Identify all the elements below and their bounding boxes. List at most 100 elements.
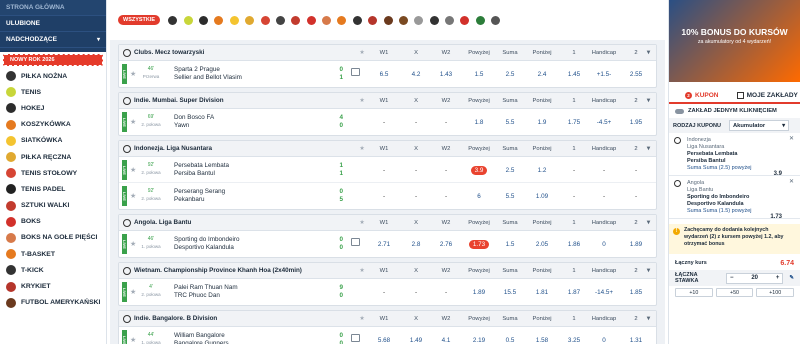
odd-button[interactable]: -4.5+ (589, 119, 619, 126)
filter-all-button[interactable]: WSZYSTKIE (118, 15, 161, 25)
odd-button[interactable]: 2.19 (464, 337, 494, 344)
chevron-down-icon[interactable]: ▾ (647, 315, 650, 322)
odd-button[interactable]: 4.1 (431, 337, 461, 344)
odd-button[interactable]: 1.73 (464, 240, 494, 249)
league-header[interactable]: Angola. Liga Bantu ★ W1 X W2 Powyżej Suma Poniż… (119, 215, 656, 231)
odd-button[interactable]: - (369, 193, 399, 200)
odd-button[interactable]: 5.5 (495, 119, 525, 126)
match-row[interactable]: LIVE ★ 44' 1. połowa William Bangalore Bangal… (119, 327, 656, 344)
chevron-down-icon[interactable]: ▾ (647, 145, 650, 152)
odd-button[interactable]: 0.5 (495, 337, 525, 344)
chevron-down-icon[interactable]: ▾ (647, 49, 650, 56)
badminton-filter-icon[interactable] (445, 15, 455, 25)
odd-button[interactable]: 1.75 (559, 119, 589, 126)
odd-button[interactable]: 2.76 (431, 241, 461, 248)
martial-arts-filter-icon[interactable] (291, 15, 301, 25)
odd-button[interactable]: 2.71 (369, 241, 399, 248)
chevron-down-icon[interactable]: ▾ (647, 219, 650, 226)
odd-button[interactable]: 2.5 (495, 167, 525, 174)
odd-button[interactable]: 3.9 (464, 166, 494, 175)
odd-button[interactable]: 2.5 (495, 71, 525, 78)
snooker-filter-icon[interactable] (475, 15, 485, 25)
league-header[interactable]: Wietnam. Championship Province Khanh Hoa… (119, 263, 656, 279)
odd-button[interactable]: - (369, 167, 399, 174)
edit-icon[interactable]: ✎ (789, 275, 794, 281)
odd-button[interactable]: 15.5 (495, 289, 525, 296)
odd-button[interactable]: +1.5- (589, 71, 619, 78)
decrement-button[interactable]: − (730, 275, 734, 281)
tab-kupon[interactable]: 2 KUPON (669, 88, 735, 102)
close-icon[interactable]: ✕ (789, 136, 794, 143)
odd-button[interactable]: 5.68 (369, 337, 399, 344)
odd-button[interactable]: 1.86 (559, 241, 589, 248)
odd-button[interactable]: 1.85 (621, 289, 651, 296)
darts-filter-icon[interactable] (460, 15, 470, 25)
odd-button[interactable]: - (401, 119, 431, 126)
odd-button[interactable]: 6.5 (369, 71, 399, 78)
star-icon[interactable]: ★ (130, 192, 136, 200)
odd-button[interactable]: 1.45 (559, 71, 589, 78)
sidebar-item-sport[interactable]: KRYKIET (0, 278, 106, 294)
stake-input[interactable]: − 20 + (725, 272, 784, 284)
sidebar-item-upcoming[interactable]: NADCHODZĄCE ▾ (0, 32, 106, 48)
american-football-filter-icon[interactable] (383, 15, 393, 25)
odd-button[interactable]: -14.5+ (589, 289, 619, 296)
quick-stake-10[interactable]: +10 (675, 288, 713, 297)
odd-button[interactable]: 1.5 (495, 241, 525, 248)
rugby-filter-icon[interactable] (398, 15, 408, 25)
basketball-filter-icon[interactable] (214, 15, 224, 25)
match-row[interactable]: LIVE ★ 46' Przerwa Sparta 2 Prague Sellier an… (119, 61, 656, 87)
odd-button[interactable]: 0 (589, 241, 619, 248)
sidebar-item-sport[interactable]: SIATKÓWKA (0, 133, 106, 149)
odd-button[interactable]: 6 (464, 193, 494, 200)
one-click-toggle[interactable] (675, 108, 684, 114)
odd-button[interactable]: - (621, 167, 651, 174)
sidebar-item-sport[interactable]: TENIS PADEL (0, 181, 106, 197)
sidebar-item-home[interactable]: STRONA GŁÓWNA (0, 0, 106, 16)
odd-button[interactable]: - (369, 119, 399, 126)
new-year-promo-banner[interactable]: NOWY ROK 2026 (3, 54, 103, 66)
sidebar-item-sport[interactable]: PIŁKA NOŻNA (0, 68, 106, 84)
coupon-type-select[interactable]: Akumulator ▾ (728, 120, 789, 131)
league-header[interactable]: Indonezja. Liga Nusantara ★ W1 X W2 Powyżej Su… (119, 141, 656, 157)
odd-button[interactable]: 2.8 (401, 241, 431, 248)
odd-button[interactable]: 2.55 (621, 71, 651, 78)
odd-button[interactable]: - (401, 193, 431, 200)
chevron-down-icon[interactable]: ▾ (647, 97, 650, 104)
sidebar-item-sport[interactable]: BOKS (0, 214, 106, 230)
boxing-filter-icon[interactable] (306, 15, 316, 25)
esports-filter-icon[interactable] (429, 15, 439, 25)
chevron-down-icon[interactable]: ▾ (647, 267, 650, 274)
handball-filter-icon[interactable] (245, 15, 255, 25)
odd-button[interactable]: 1.81 (527, 289, 557, 296)
odd-button[interactable]: - (559, 167, 589, 174)
bare-knuckle-filter-icon[interactable] (322, 15, 332, 25)
odd-button[interactable]: 5.5 (495, 193, 525, 200)
sidebar-item-sport[interactable]: T-BASKET (0, 246, 106, 262)
tennis-filter-icon[interactable] (183, 15, 193, 25)
league-header[interactable]: Indie. Mumbai. Super Division ★ W1 X W2 Powyż… (119, 93, 656, 109)
increment-button[interactable]: + (776, 275, 780, 281)
t-kick-filter-icon[interactable] (352, 15, 362, 25)
odd-button[interactable]: 1.9 (527, 119, 557, 126)
league-header[interactable]: Clubs. Mecz towarzyski ★ W1 X W2 Powyżej Suma P… (119, 45, 656, 61)
soccer-filter-icon[interactable] (168, 15, 178, 25)
stats-icon[interactable] (351, 68, 360, 76)
match-row[interactable]: LIVE ★ 46' 1. połowa Sporting do Imbondeiro D… (119, 231, 656, 257)
sidebar-item-sport[interactable]: SZTUKI WALKI (0, 198, 106, 214)
odd-button[interactable]: - (589, 193, 619, 200)
table-tennis-filter-icon[interactable] (260, 15, 270, 25)
match-row[interactable]: LIVE ★ 92' 2. połowa Persebata Lembata Persib… (119, 157, 656, 183)
odd-button[interactable]: - (431, 193, 461, 200)
odd-button[interactable]: 1.43 (431, 71, 461, 78)
odd-button[interactable]: - (559, 193, 589, 200)
tab-my-bets[interactable]: MOJE ZAKŁADY (735, 88, 800, 102)
match-row[interactable]: LIVE ★ 69' 2. połowa Don Bosco FA Yawn 4 0 - - - 1.… (119, 109, 656, 135)
sidebar-item-sport[interactable]: KOSZYKÓWKA (0, 117, 106, 133)
close-icon[interactable]: ✕ (789, 179, 794, 186)
sidebar-item-sport[interactable]: TENIS STOŁOWY (0, 165, 106, 181)
star-icon[interactable]: ★ (130, 118, 136, 126)
odd-button[interactable]: - (431, 167, 461, 174)
odd-button[interactable]: 1.31 (621, 337, 651, 344)
league-header[interactable]: Indie. Bangalore. B Division ★ W1 X W2 Powyże… (119, 311, 656, 327)
